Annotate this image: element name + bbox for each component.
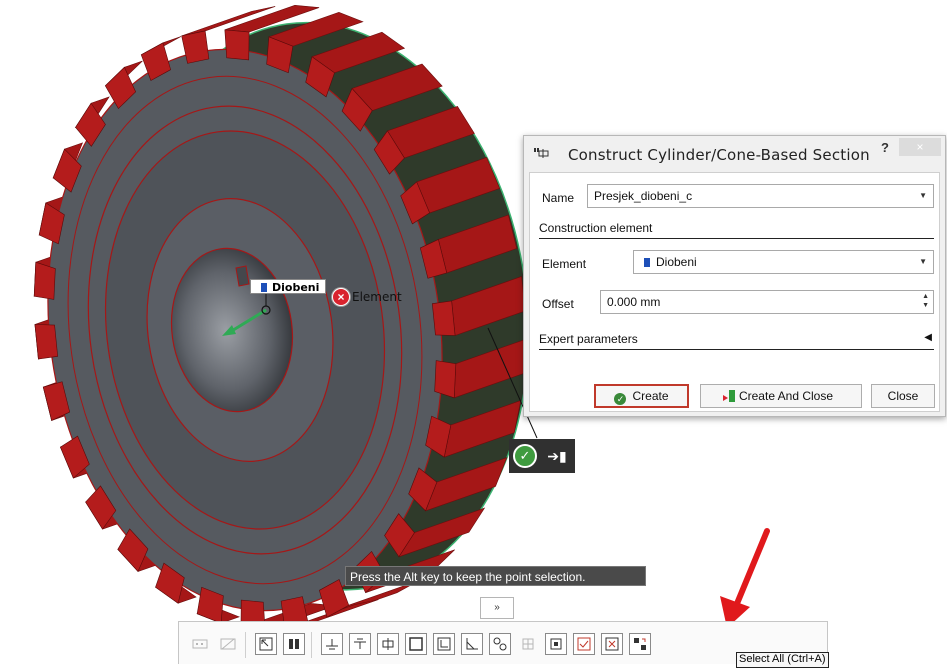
- gear-tooth: [434, 360, 457, 399]
- expand-left-icon[interactable]: ◀: [924, 332, 932, 343]
- close-button[interactable]: Close: [871, 384, 935, 408]
- select-area-tool[interactable]: [217, 633, 239, 655]
- select-point-tool[interactable]: [189, 633, 211, 655]
- construction-element-heading: Construction element: [539, 221, 934, 239]
- select-patch-tool[interactable]: [489, 633, 511, 655]
- element-cube-icon: [261, 283, 267, 292]
- below-plane-icon: [354, 638, 366, 649]
- gear-tooth: [33, 261, 56, 300]
- exit-door-icon: [722, 390, 735, 402]
- hint-tooltip: Press the Alt key to keep the point sele…: [345, 566, 646, 586]
- select-through-tool[interactable]: [283, 633, 305, 655]
- toolbar-separator: [245, 632, 246, 658]
- select-visible-tool[interactable]: [255, 633, 277, 655]
- remove-icon[interactable]: ×: [332, 288, 350, 306]
- confirm-check-icon[interactable]: ✓: [513, 444, 537, 468]
- chevron-down-icon: ▼: [919, 257, 927, 266]
- dialog-panel: Name Presjek_diobeni_c ▼ Construction ele…: [529, 172, 940, 412]
- offset-stepper[interactable]: 0.000 mm ▲ ▼: [600, 290, 934, 314]
- select-angle-tool[interactable]: [461, 633, 483, 655]
- gear-tooth: [34, 324, 59, 360]
- create-button[interactable]: ✓ Create: [594, 384, 689, 408]
- element-label: Element: [542, 257, 587, 271]
- toolbar-expand-button[interactable]: »: [480, 597, 514, 619]
- check-icon: ✓: [614, 393, 627, 405]
- above-plane-icon: [326, 639, 338, 650]
- select-all-tooltip: Select All (Ctrl+A): [736, 652, 829, 668]
- patch-select-icon: [493, 637, 507, 651]
- gear-tooth: [431, 300, 456, 336]
- invert-selection-icon: [634, 638, 646, 650]
- deselect-all-icon: [605, 637, 619, 651]
- gear-tooth: [224, 29, 250, 61]
- chevron-down-icon: ▼: [919, 191, 927, 200]
- select-section-tool[interactable]: [377, 633, 399, 655]
- grid-select-icon: [522, 638, 534, 650]
- section-tool-icon: [534, 148, 549, 158]
- dialog-title: Construct Cylinder/Cone-Based Section: [568, 146, 870, 164]
- polygon-select-icon: [437, 637, 451, 651]
- offset-label: Offset: [542, 297, 574, 311]
- select-connected-tool[interactable]: [545, 633, 567, 655]
- element-select[interactable]: Diobeni ▼: [633, 250, 934, 274]
- select-all-tool[interactable]: [573, 633, 595, 655]
- element-caption: Element: [352, 290, 402, 304]
- select-grid-tool[interactable]: [517, 633, 539, 655]
- rectangle-select-icon: [409, 637, 423, 651]
- through-select-icon: [289, 639, 299, 649]
- point-select-icon: [192, 639, 208, 649]
- name-field[interactable]: Presjek_diobeni_c ▼: [587, 184, 934, 208]
- invert-selection-tool[interactable]: [629, 633, 651, 655]
- element-cube-icon: [644, 258, 650, 267]
- select-above-tool[interactable]: [321, 633, 343, 655]
- create-and-close-button[interactable]: Create And Close: [700, 384, 862, 408]
- select-rectangle-tool[interactable]: [405, 633, 427, 655]
- angle-select-icon: [466, 638, 478, 650]
- dialog-close-icon[interactable]: ×: [899, 138, 941, 156]
- deselect-all-tool[interactable]: [601, 633, 623, 655]
- construct-section-dialog: Construct Cylinder/Cone-Based Section ? …: [523, 135, 946, 417]
- section-select-icon: [382, 638, 394, 650]
- quick-confirm-widget: ✓ ➔▮: [509, 439, 575, 473]
- select-polygon-tool[interactable]: [433, 633, 455, 655]
- name-label: Name: [542, 191, 575, 205]
- spin-arrows-icon[interactable]: ▲ ▼: [922, 292, 929, 310]
- element-tag[interactable]: Diobeni: [250, 279, 327, 294]
- selection-toolbar: [178, 621, 828, 664]
- help-button[interactable]: ?: [878, 140, 892, 160]
- expert-parameters-heading[interactable]: Expert parameters ◀: [539, 332, 934, 350]
- visible-select-icon: [259, 637, 273, 651]
- dialog-titlebar[interactable]: Construct Cylinder/Cone-Based Section ? …: [524, 136, 945, 170]
- toolbar-separator: [311, 632, 312, 658]
- select-below-tool[interactable]: [349, 633, 371, 655]
- connected-select-icon: [550, 638, 562, 650]
- area-select-icon: [220, 638, 236, 650]
- create-close-icon[interactable]: ➔▮: [545, 444, 569, 468]
- select-all-icon: [577, 637, 591, 651]
